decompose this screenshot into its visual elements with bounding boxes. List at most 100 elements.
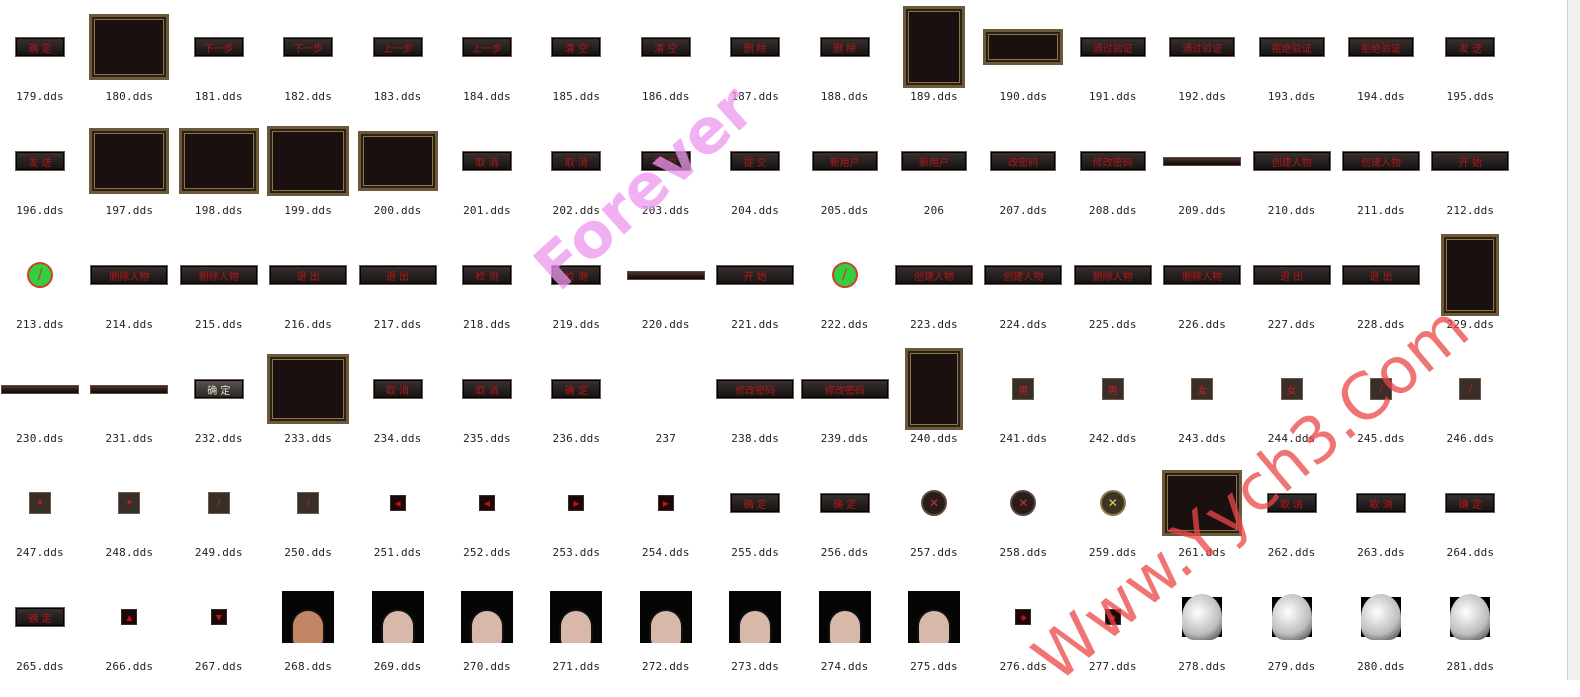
file-item[interactable]: 女 244.dds [1247, 342, 1337, 456]
file-item[interactable]: 修改密码 238.dds [710, 342, 800, 456]
file-item[interactable]: 通过验证 191.dds [1068, 0, 1158, 114]
file-item[interactable]: 女 243.dds [1157, 342, 1247, 456]
file-item[interactable]: 198.dds [174, 114, 264, 228]
file-item[interactable]: 229.dds [1425, 228, 1515, 342]
file-item[interactable]: 237 [621, 342, 711, 456]
file-item[interactable]: 233.dds [263, 342, 353, 456]
file-item[interactable]: 上一步 184.dds [442, 0, 532, 114]
file-item[interactable]: / 213.dds [0, 228, 85, 342]
file-item[interactable]: 检 测 219.dds [531, 228, 621, 342]
file-item[interactable]: 280.dds [1336, 570, 1426, 684]
file-item[interactable]: 230.dds [0, 342, 85, 456]
file-item[interactable]: 197.dds [84, 114, 174, 228]
file-item[interactable]: 开 始 212.dds [1425, 114, 1515, 228]
file-item[interactable]: 退 出 216.dds [263, 228, 353, 342]
file-item[interactable]: 220.dds [621, 228, 711, 342]
file-item[interactable]: ✕ 258.dds [978, 456, 1068, 570]
file-item[interactable]: 删除人物 225.dds [1068, 228, 1158, 342]
file-item[interactable]: 231.dds [84, 342, 174, 456]
file-item[interactable]: 通过验证 192.dds [1157, 0, 1247, 114]
file-item[interactable]: 189.dds [889, 0, 979, 114]
file-item[interactable]: 274.dds [800, 570, 890, 684]
file-item[interactable]: 退 出 227.dds [1247, 228, 1337, 342]
file-item[interactable]: 确 定 232.dds [174, 342, 264, 456]
file-item[interactable]: 删 除 187.dds [710, 0, 800, 114]
file-item[interactable]: 上一步 183.dds [353, 0, 443, 114]
file-item[interactable]: ▼ 267.dds [174, 570, 264, 684]
file-item[interactable]: 270.dds [442, 570, 532, 684]
file-item[interactable]: 创建人物 224.dds [978, 228, 1068, 342]
file-item[interactable]: 修改密码 208.dds [1068, 114, 1158, 228]
file-item[interactable]: 下一步 182.dds [263, 0, 353, 114]
file-item[interactable]: 199.dds [263, 114, 353, 228]
file-item[interactable]: ▶ 254.dds [621, 456, 711, 570]
file-item[interactable]: 删 除 188.dds [800, 0, 890, 114]
file-item[interactable]: 发 送 196.dds [0, 114, 85, 228]
file-item[interactable]: 退 出 228.dds [1336, 228, 1426, 342]
file-item[interactable]: / 245.dds [1336, 342, 1426, 456]
file-item[interactable]: 确 定 265.dds [0, 570, 85, 684]
file-item[interactable]: 275.dds [889, 570, 979, 684]
file-item[interactable]: 确 定 255.dds [710, 456, 800, 570]
file-item[interactable]: 取 消 202.dds [531, 114, 621, 228]
file-item[interactable]: 271.dds [531, 570, 621, 684]
file-item[interactable]: 创建人物 223.dds [889, 228, 979, 342]
file-item[interactable]: 279.dds [1247, 570, 1337, 684]
file-item[interactable]: 男 242.dds [1068, 342, 1158, 456]
file-item[interactable]: 268.dds [263, 570, 353, 684]
file-item[interactable]: 删除人物 215.dds [174, 228, 264, 342]
file-item[interactable]: 取 消 234.dds [353, 342, 443, 456]
file-item[interactable]: ◆ 277.dds [1068, 570, 1158, 684]
file-item[interactable]: 退 出 217.dds [353, 228, 443, 342]
file-item[interactable]: 拒绝验证 194.dds [1336, 0, 1426, 114]
file-item[interactable]: 261.dds [1157, 456, 1247, 570]
file-item[interactable]: 提 交 204.dds [710, 114, 800, 228]
file-item[interactable]: 提 交 203.dds [621, 114, 711, 228]
file-item[interactable]: 删除人物 214.dds [84, 228, 174, 342]
file-item[interactable]: ▶ 253.dds [531, 456, 621, 570]
file-item[interactable]: 创建人物 211.dds [1336, 114, 1426, 228]
file-item[interactable]: 取 消 263.dds [1336, 456, 1426, 570]
file-item[interactable]: 200.dds [353, 114, 443, 228]
file-item[interactable]: 281.dds [1425, 570, 1515, 684]
file-item[interactable]: / 246.dds [1425, 342, 1515, 456]
file-item[interactable]: 209.dds [1157, 114, 1247, 228]
file-item[interactable]: 新用户 205.dds [800, 114, 890, 228]
file-item[interactable]: 开 始 221.dds [710, 228, 800, 342]
file-item[interactable]: 男 241.dds [978, 342, 1068, 456]
file-item[interactable]: 272.dds [621, 570, 711, 684]
file-item[interactable]: 拒绝验证 193.dds [1247, 0, 1337, 114]
file-item[interactable]: / 222.dds [800, 228, 890, 342]
file-item[interactable]: / 249.dds [174, 456, 264, 570]
file-item[interactable]: 273.dds [710, 570, 800, 684]
file-item[interactable]: / 250.dds [263, 456, 353, 570]
file-item[interactable]: ◆ 276.dds [978, 570, 1068, 684]
file-item[interactable]: 278.dds [1157, 570, 1247, 684]
file-item[interactable]: 改密码 207.dds [978, 114, 1068, 228]
file-item[interactable]: 新用户 206 [889, 114, 979, 228]
file-item[interactable]: 创建人物 210.dds [1247, 114, 1337, 228]
file-item[interactable]: 取 消 235.dds [442, 342, 532, 456]
file-item[interactable]: 269.dds [353, 570, 443, 684]
file-item[interactable]: ✦ 248.dds [84, 456, 174, 570]
file-item[interactable]: 确 定 236.dds [531, 342, 621, 456]
file-item[interactable]: 240.dds [889, 342, 979, 456]
file-item[interactable]: ✕ 257.dds [889, 456, 979, 570]
file-item[interactable]: 清 空 186.dds [621, 0, 711, 114]
file-item[interactable]: 确 定 264.dds [1425, 456, 1515, 570]
file-item[interactable]: ▲ 266.dds [84, 570, 174, 684]
file-item[interactable]: ✕ 259.dds [1068, 456, 1158, 570]
file-item[interactable]: 修改密码 239.dds [800, 342, 890, 456]
file-item[interactable]: 下一步 181.dds [174, 0, 264, 114]
file-item[interactable]: 发 送 195.dds [1425, 0, 1515, 114]
file-item[interactable]: ◀ 251.dds [353, 456, 443, 570]
file-item[interactable]: ✦ 247.dds [0, 456, 85, 570]
vertical-scrollbar[interactable] [1567, 0, 1580, 680]
file-item[interactable]: ◀ 252.dds [442, 456, 532, 570]
file-item[interactable]: 清 空 185.dds [531, 0, 621, 114]
file-item[interactable]: 检 测 218.dds [442, 228, 532, 342]
file-item[interactable]: 180.dds [84, 0, 174, 114]
file-item[interactable]: 确 定 179.dds [0, 0, 85, 114]
file-item[interactable]: 取 消 262.dds [1247, 456, 1337, 570]
file-item[interactable]: 190.dds [978, 0, 1068, 114]
